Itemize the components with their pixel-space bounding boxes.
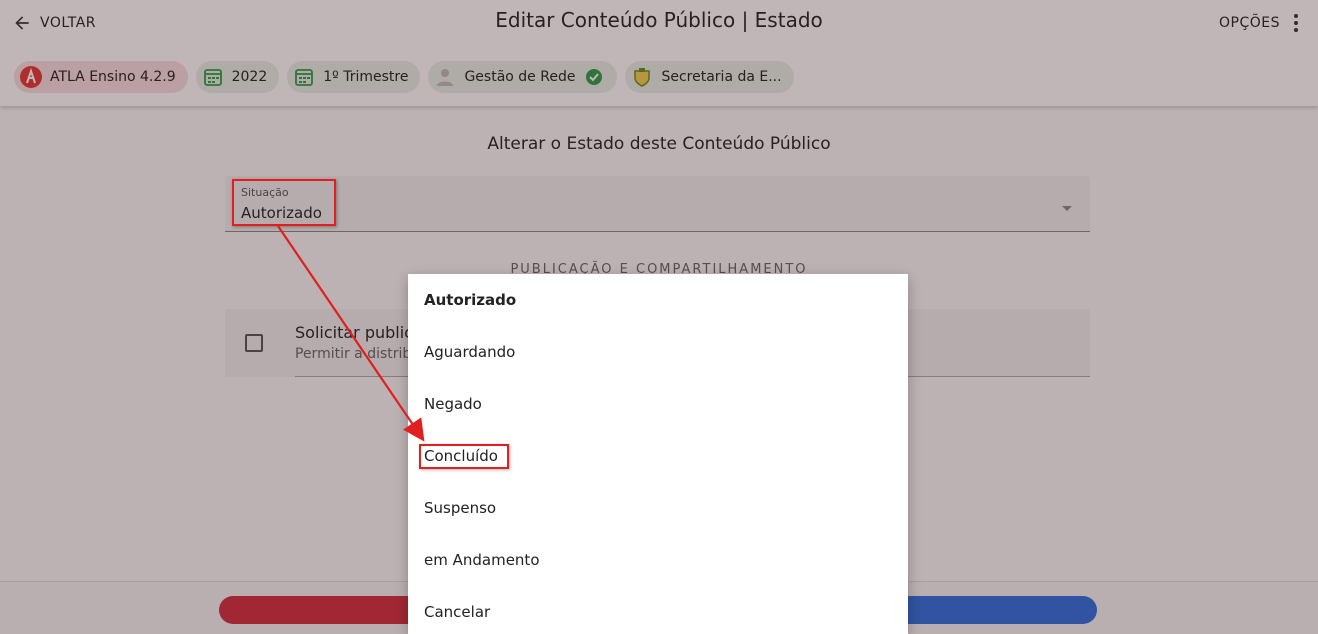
menu-item-autorizado[interactable]: Autorizado (424, 291, 516, 315)
annotation-box-concluido (419, 444, 509, 469)
annotation-box-select (232, 179, 336, 226)
menu-item-aguardando[interactable]: Aguardando (424, 343, 515, 367)
menu-item-cancelar[interactable]: Cancelar (424, 603, 490, 627)
menu-item-negado[interactable]: Negado (424, 395, 482, 419)
menu-item-suspenso[interactable]: Suspenso (424, 499, 496, 523)
menu-item-em-andamento[interactable]: em Andamento (424, 551, 540, 575)
